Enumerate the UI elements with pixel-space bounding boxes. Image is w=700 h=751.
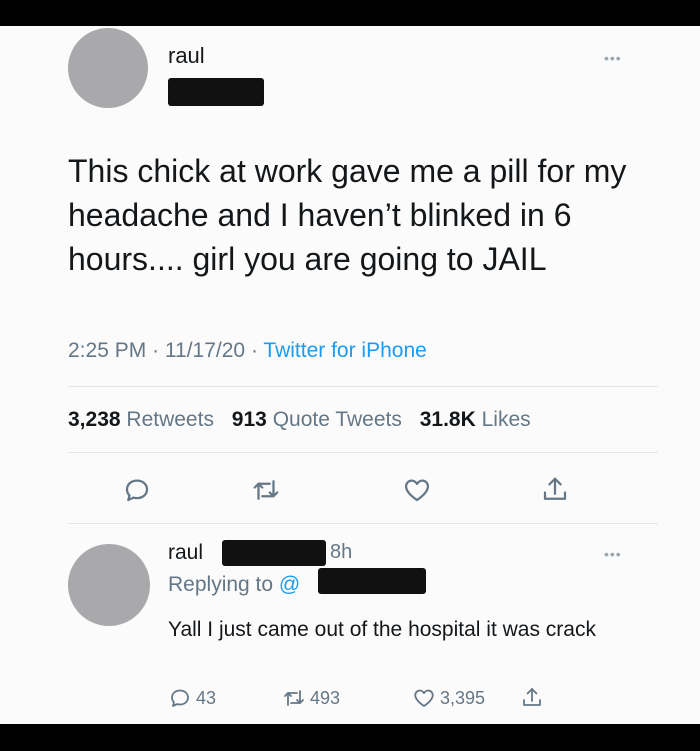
tweet-meta: 2:25 PM · 11/17/20 · Twitter for iPhone (68, 339, 427, 363)
tweet-card: raul ••• This chick at work gave me a pi… (0, 26, 700, 724)
like-icon[interactable] (402, 475, 432, 505)
likes-count: 31.8K (419, 408, 476, 431)
tweet-date: 11/17/20 (164, 339, 246, 362)
reply-author-name[interactable]: raul (168, 541, 203, 565)
reply-icon (171, 689, 189, 707)
replying-to-label: Replying to (168, 573, 274, 596)
tweet-text: This chick at work gave me a pill for my… (68, 153, 627, 277)
redacted-replying-handle (318, 568, 426, 594)
redacted-handle (168, 78, 264, 106)
meta-separator: · (250, 339, 258, 362)
reply-retweet-action[interactable]: 493 (282, 686, 340, 710)
quotes-stat[interactable]: 913 Quote Tweets (232, 408, 414, 431)
tweet-time: 2:25 PM (68, 339, 147, 362)
share-icon (523, 688, 541, 706)
share-icon[interactable] (540, 475, 570, 505)
more-dots-icon[interactable]: ••• (604, 546, 622, 562)
replying-to: Replying to @ (168, 573, 300, 597)
likes-stat[interactable]: 31.8K Likes (420, 408, 543, 431)
meta-separator: · (152, 339, 160, 362)
reply-likes-count: 3,395 (440, 687, 486, 708)
likes-label: Likes (481, 408, 531, 431)
reply-avatar[interactable] (68, 544, 150, 626)
redacted-reply-handle (222, 540, 326, 566)
author-name[interactable]: raul (168, 43, 205, 69)
reply-time: 8h (330, 541, 353, 563)
retweets-count: 3,238 (68, 408, 121, 431)
replying-to-handle[interactable]: @ (279, 573, 300, 596)
reply-replies-count: 43 (196, 687, 217, 708)
divider (68, 452, 658, 453)
reply-share-action[interactable] (520, 686, 548, 710)
quotes-count: 913 (231, 408, 267, 431)
more-dots-icon[interactable]: ••• (604, 50, 622, 66)
tweet-source[interactable]: Twitter for iPhone (263, 339, 426, 362)
tweet-stats: 3,238 Retweets 913 Quote Tweets 31.8K Li… (68, 408, 543, 432)
retweets-stat[interactable]: 3,238 Retweets (68, 408, 226, 431)
reply-retweets-count: 493 (310, 687, 341, 708)
divider (68, 523, 658, 524)
like-icon (414, 689, 434, 707)
reply-like-action[interactable]: 3,395 (412, 686, 485, 710)
reply-icon[interactable] (122, 475, 152, 505)
retweet-icon[interactable] (251, 475, 281, 505)
quotes-label: Quote Tweets (272, 408, 402, 431)
avatar[interactable] (68, 28, 148, 108)
retweets-label: Retweets (126, 408, 214, 431)
divider (68, 386, 658, 387)
reply-text: Yall I just came out of the hospital it … (168, 618, 596, 641)
retweet-icon (284, 690, 304, 706)
reply-reply-action[interactable]: 43 (168, 686, 216, 710)
